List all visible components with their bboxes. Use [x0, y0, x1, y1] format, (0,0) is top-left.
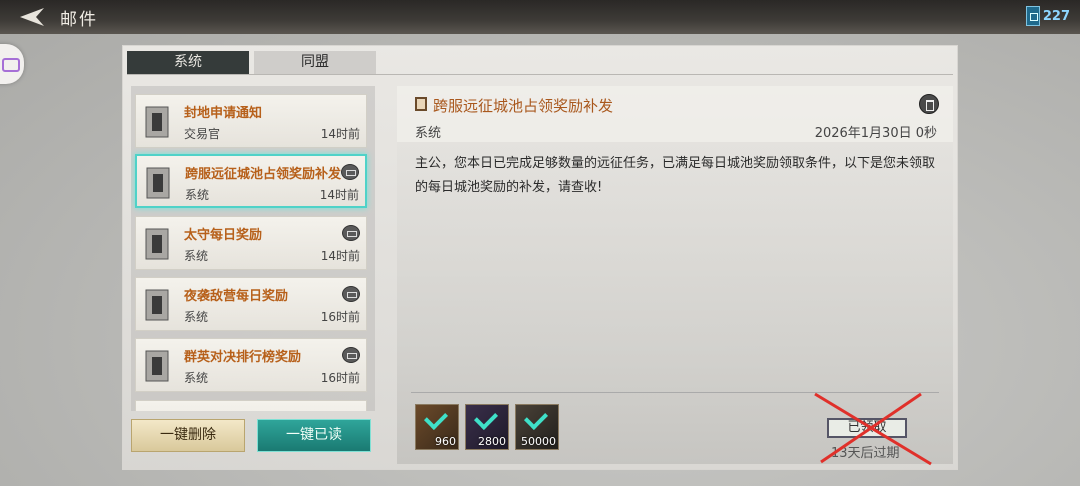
seal-icon [415, 97, 427, 111]
mail-title: 群英对决排行榜奖励 [184, 350, 302, 365]
mail-panel: 系统 同盟 封地申请通知 交易官 14时前 跨服远征城池占领奖励补发 系统 14… [122, 45, 958, 470]
mail-item[interactable]: 群英对决排行榜奖励 系统 16时前 [135, 338, 367, 392]
check-icon [523, 405, 549, 431]
read-all-button[interactable]: 一键已读 [257, 419, 371, 452]
exit-icon [1025, 6, 1040, 26]
mail-title: 跨服远征城池占领奖励补发 [185, 167, 342, 182]
envelope-icon [142, 225, 176, 263]
reward-item[interactable]: 960 [415, 404, 459, 450]
mail-item[interactable]: 夜袭敌营每日奖励 系统 16时前 [135, 277, 367, 331]
mail-counter[interactable]: 227 [1025, 4, 1070, 28]
counter-value: 227 [1042, 8, 1070, 24]
reward-item[interactable]: 2800 [465, 404, 509, 450]
detail-sender: 系统 [415, 126, 442, 141]
reward-quantity: 50000 [521, 435, 556, 448]
chat-icon[interactable] [0, 44, 24, 84]
mail-item-selected[interactable]: 跨服远征城池占领奖励补发 系统 14时前 [135, 154, 367, 208]
page-title: 邮件 [60, 10, 98, 30]
reward-quantity: 960 [435, 435, 456, 448]
mail-time: 14时前 [320, 127, 360, 141]
expire-text: 13天后过期 [831, 446, 900, 461]
mail-item[interactable]: 太守每日奖励 系统 14时前 [135, 216, 367, 270]
check-icon [423, 405, 449, 431]
tab-divider [127, 74, 953, 75]
envelope-icon [143, 164, 177, 202]
detail-body: 主公，您本日已完成足够数量的远征任务，已满足每日城池奖励领取条件，以下是您未领取… [415, 156, 936, 195]
back-button[interactable] [18, 6, 48, 28]
mail-item[interactable]: 封地申请通知 交易官 14时前 [135, 94, 367, 148]
mail-detail: 跨服远征城池占领奖励补发 系统 2026年1月30日 0秒 主公，您本日已完成足… [397, 86, 953, 466]
tab-bar: 系统 同盟 [127, 51, 381, 74]
mail-title: 夜袭敌营每日奖励 [184, 289, 289, 304]
detail-date: 2026年1月30日 0秒 [814, 126, 937, 141]
top-bar: 邮件 227 [0, 0, 1080, 34]
envelope-icon [142, 103, 176, 141]
check-icon [473, 405, 499, 431]
detail-title: 跨服远征城池占领奖励补发 [433, 97, 614, 115]
mail-title: 太守每日奖励 [184, 228, 263, 243]
mail-sender: 交易官 [184, 127, 221, 141]
divider [411, 392, 939, 393]
attachment-icon [341, 164, 359, 180]
attachment-icon [342, 286, 360, 302]
mail-sender: 系统 [184, 310, 209, 324]
mail-sender: 系统 [184, 371, 209, 385]
mail-title: 封地申请通知 [184, 106, 263, 121]
reward-quantity: 2800 [478, 435, 506, 448]
mail-item-partial[interactable] [135, 400, 367, 411]
mail-time: 16时前 [320, 310, 360, 324]
envelope-icon [142, 286, 176, 324]
delete-all-button[interactable]: 一键删除 [131, 419, 245, 452]
back-arrow-icon [20, 8, 44, 26]
attachment-icon [342, 225, 360, 241]
mail-time: 14时前 [319, 188, 359, 202]
mail-sender: 系统 [185, 188, 210, 202]
claimed-button[interactable]: 已领取 [827, 418, 907, 438]
tab-system[interactable]: 系统 [127, 51, 249, 74]
reward-item[interactable]: 50000 [515, 404, 559, 450]
tab-alliance[interactable]: 同盟 [254, 51, 376, 74]
trash-icon[interactable] [919, 94, 939, 114]
mail-list[interactable]: 封地申请通知 交易官 14时前 跨服远征城池占领奖励补发 系统 14时前 太守每… [131, 86, 375, 411]
mail-time: 14时前 [320, 249, 360, 263]
envelope-icon [142, 347, 176, 385]
mail-time: 16时前 [320, 371, 360, 385]
attachment-icon [342, 347, 360, 363]
mail-sender: 系统 [184, 249, 209, 263]
